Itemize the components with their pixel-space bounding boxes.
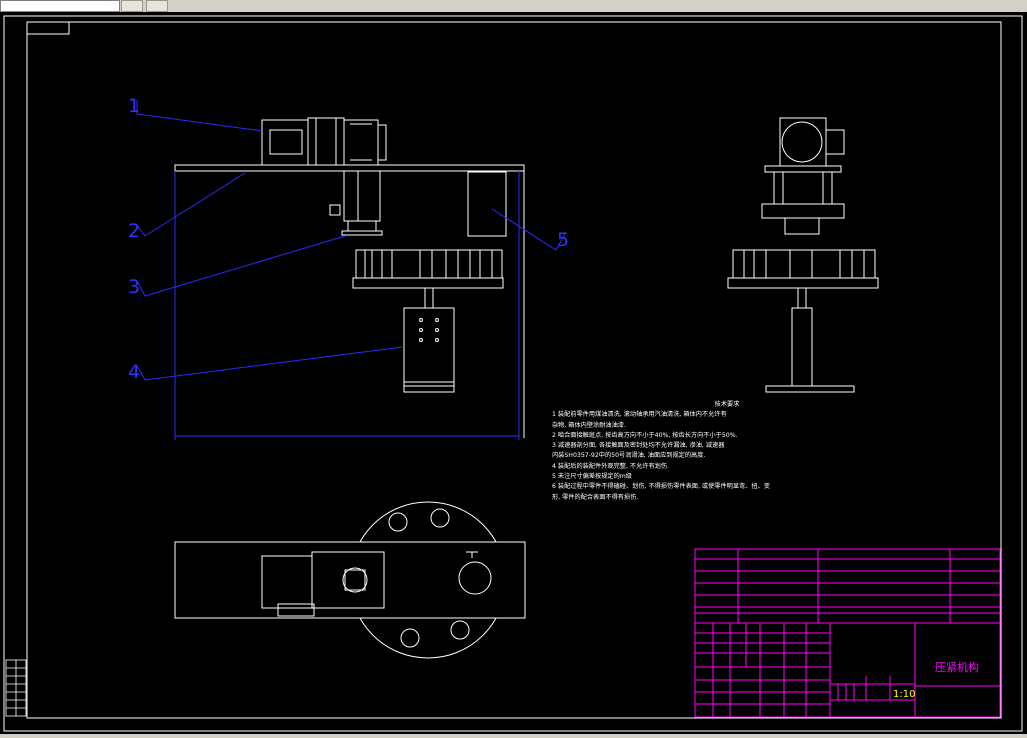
drawing-scale: 1:10 [893, 689, 916, 700]
part-label-1: 1 [128, 95, 140, 117]
tech-req-line: 6 装配过程中零件不得磕碰、划伤, 不得损伤零件表面, 或使零件明显弯、扭、变 [552, 483, 770, 491]
sheet-outer-border [3, 15, 1023, 732]
front-view [174, 117, 525, 438]
tech-req-line: 2 啮合面接触斑点, 按齿高方向不小于40%, 按齿长方向不小于50%. [552, 431, 738, 439]
sheet-number-box [26, 21, 70, 35]
tech-req-line: 3 减速器剖分面, 各接触面及密封处均不允许漏油, 渗油, 减速器 [552, 442, 725, 450]
tech-req-line: 形, 零件的配合表面不得有损伤. [552, 493, 639, 501]
drawing-title: 压紧机构 [935, 661, 979, 674]
part-label-4: 4 [128, 361, 140, 383]
tech-req-line: 4 装配后的装配件外观完整, 不允许有划伤. [552, 462, 669, 470]
dimension-line [174, 171, 520, 440]
technical-requirements: 技术要求 1 装配前零件用煤油清洗, 滚动轴承用汽油清洗, 箱体内不允许有 杂物… [552, 400, 882, 503]
part-label-2: 2 [128, 220, 140, 242]
toolbar [0, 0, 1027, 12]
parts-list-table [694, 548, 1001, 624]
tech-req-line: 1 装配前零件用煤油清洗, 滚动轴承用汽油清洗, 箱体内不允许有 [552, 411, 727, 419]
tech-req-line: 内装SH0357-92中的50号润滑油, 油面应到规定的高度. [552, 452, 706, 460]
tool-icon[interactable] [121, 0, 143, 12]
tech-req-heading: 技术要求 [714, 401, 740, 408]
side-view [727, 117, 879, 393]
part-label-3: 3 [128, 276, 140, 298]
top-view [174, 501, 526, 659]
tech-req-line: 杂物, 箱体内壁涂耐油油漆. [552, 421, 626, 429]
drawing-canvas[interactable]: 1 2 3 4 5 [0, 12, 1027, 734]
tech-req-line: 5 未注尺寸偏差按规定的m级 [552, 473, 632, 481]
layer-icon[interactable] [146, 0, 168, 12]
part-label-5: 5 [557, 229, 569, 251]
leader-lines [136, 100, 567, 381]
margin-table [5, 659, 27, 717]
command-input[interactable] [0, 0, 120, 12]
status-bar [0, 734, 1027, 738]
